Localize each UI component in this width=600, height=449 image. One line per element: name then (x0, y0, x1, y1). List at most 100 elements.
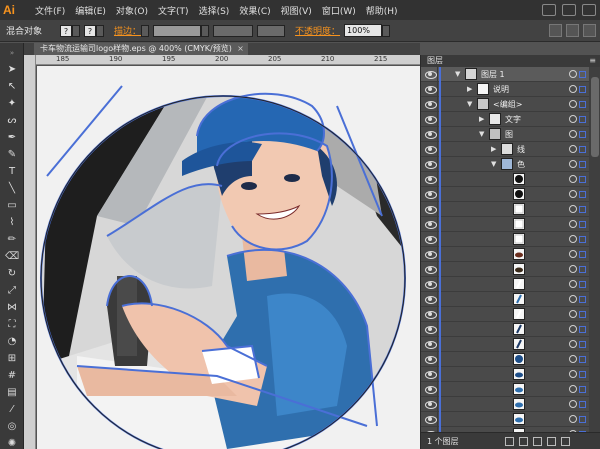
artwork-logo[interactable] (37, 66, 420, 449)
target-icon[interactable] (569, 70, 577, 78)
menu-effect[interactable]: 效果(C) (239, 4, 270, 17)
path-sublayer-row[interactable] (421, 277, 589, 292)
visibility-eye-icon[interactable] (425, 325, 437, 334)
target-icon[interactable] (569, 385, 577, 393)
target-icon[interactable] (569, 325, 577, 333)
artboard-canvas[interactable] (37, 66, 420, 449)
selection-indicator[interactable] (579, 416, 586, 423)
layer-row-color[interactable]: ▼ 色 (421, 157, 589, 172)
visibility-eye-icon[interactable] (425, 265, 437, 274)
path-sublayer-row[interactable] (421, 367, 589, 382)
blend-tool-icon[interactable]: ◎ (5, 420, 19, 433)
panel-menu-icon[interactable] (583, 24, 596, 37)
visibility-eye-icon[interactable] (425, 130, 437, 139)
visibility-eye-icon[interactable] (425, 250, 437, 259)
close-icon[interactable]: × (237, 43, 244, 55)
expand-triangle-icon[interactable]: ▶ (491, 145, 496, 153)
layer-row-group[interactable]: ▼ <编组> (421, 97, 589, 112)
visibility-eye-icon[interactable] (425, 175, 437, 184)
expand-triangle-icon[interactable]: ▼ (491, 160, 496, 168)
lasso-tool-icon[interactable]: ᔕ (5, 114, 19, 127)
target-icon[interactable] (569, 205, 577, 213)
path-sublayer-row[interactable] (421, 187, 589, 202)
selection-indicator[interactable] (579, 191, 586, 198)
layer-row-line[interactable]: ▶ 线 (421, 142, 589, 157)
lock-column[interactable] (437, 127, 438, 142)
magic-wand-tool-icon[interactable]: ✦ (5, 97, 19, 110)
path-sublayer-row[interactable] (421, 202, 589, 217)
visibility-eye-icon[interactable] (425, 220, 437, 229)
width-tool-icon[interactable]: ⋈ (5, 301, 19, 314)
path-sublayer-row[interactable] (421, 322, 589, 337)
visibility-eye-icon[interactable] (425, 100, 437, 109)
lock-column[interactable] (437, 352, 438, 367)
lock-column[interactable] (437, 367, 438, 382)
target-icon[interactable] (569, 250, 577, 258)
target-icon[interactable] (569, 370, 577, 378)
menu-view[interactable]: 视图(V) (281, 4, 312, 17)
lock-column[interactable] (437, 292, 438, 307)
lock-column[interactable] (437, 67, 438, 82)
selection-indicator[interactable] (579, 326, 586, 333)
curvature-tool-icon[interactable]: ✎ (5, 148, 19, 161)
layer-name[interactable]: 图 (505, 128, 513, 141)
stroke-weight-field[interactable] (153, 24, 202, 37)
visibility-eye-icon[interactable] (425, 370, 437, 379)
rectangle-tool-icon[interactable]: ▭ (5, 199, 19, 212)
lock-column[interactable] (437, 247, 438, 262)
visibility-eye-icon[interactable] (425, 355, 437, 364)
selection-indicator[interactable] (579, 401, 586, 408)
lock-column[interactable] (437, 82, 438, 97)
path-sublayer-row[interactable] (421, 262, 589, 277)
expand-triangle-icon[interactable]: ▶ (467, 85, 472, 93)
selection-indicator[interactable] (579, 266, 586, 273)
scrollbar-thumb[interactable] (591, 77, 599, 157)
stroke-label[interactable]: 描边： (114, 24, 141, 37)
selection-indicator[interactable] (579, 131, 586, 138)
target-icon[interactable] (569, 310, 577, 318)
stroke-weight-dropdown[interactable] (201, 24, 210, 37)
lock-column[interactable] (437, 412, 438, 427)
mesh-tool-icon[interactable]: # (5, 369, 19, 382)
visibility-eye-icon[interactable] (425, 400, 437, 409)
target-icon[interactable] (569, 160, 577, 168)
visibility-eye-icon[interactable] (425, 160, 437, 169)
path-sublayer-row[interactable] (421, 292, 589, 307)
expand-triangle-icon[interactable]: ▶ (479, 115, 484, 123)
menu-help[interactable]: 帮助(H) (366, 4, 398, 17)
lock-column[interactable] (437, 232, 438, 247)
type-tool-icon[interactable]: T (5, 165, 19, 178)
visibility-eye-icon[interactable] (425, 280, 437, 289)
selection-indicator[interactable] (579, 116, 586, 123)
layer-row-image[interactable]: ▼ 图 (421, 127, 589, 142)
free-transform-tool-icon[interactable]: ⛶ (5, 318, 19, 331)
path-sublayer-row[interactable] (421, 397, 589, 412)
menu-edit[interactable]: 编辑(E) (75, 4, 106, 17)
menu-type[interactable]: 文字(T) (158, 4, 189, 17)
lock-column[interactable] (437, 187, 438, 202)
lock-column[interactable] (437, 217, 438, 232)
opacity-label[interactable]: 不透明度： (295, 24, 340, 37)
lock-column[interactable] (437, 382, 438, 397)
lock-column[interactable] (437, 172, 438, 187)
symbol-sprayer-tool-icon[interactable]: ✺ (5, 437, 19, 449)
pen-tool-icon[interactable]: ✒ (5, 131, 19, 144)
paintbrush-tool-icon[interactable]: ⌇ (5, 216, 19, 229)
lock-column[interactable] (437, 202, 438, 217)
path-sublayer-row[interactable] (421, 172, 589, 187)
target-icon[interactable] (569, 100, 577, 108)
selection-indicator[interactable] (579, 311, 586, 318)
horizontal-ruler[interactable]: 185 190 195 200 205 210 215 (36, 55, 420, 65)
stroke-swatch[interactable]: ? (84, 24, 97, 37)
selection-indicator[interactable] (579, 341, 586, 348)
menu-object[interactable]: 对象(O) (116, 4, 148, 17)
menu-select[interactable]: 选择(S) (199, 4, 230, 17)
menu-file[interactable]: 文件(F) (35, 4, 65, 17)
gradient-tool-icon[interactable]: ▤ (5, 386, 19, 399)
scale-tool-icon[interactable]: ⤢ (5, 284, 19, 297)
visibility-eye-icon[interactable] (425, 190, 437, 199)
target-icon[interactable] (569, 175, 577, 183)
selection-indicator[interactable] (579, 161, 586, 168)
target-icon[interactable] (569, 400, 577, 408)
lock-column[interactable] (437, 307, 438, 322)
